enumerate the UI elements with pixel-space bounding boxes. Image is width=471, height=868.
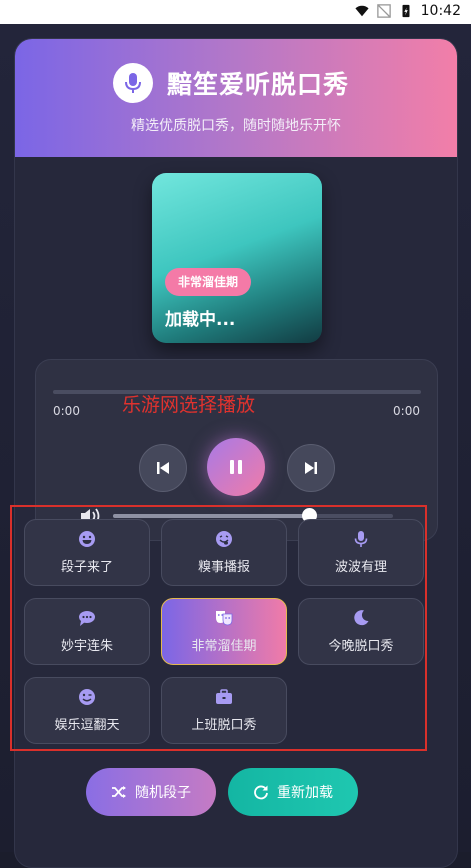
next-button[interactable]	[287, 444, 335, 492]
album-cover: 非常溜佳期 加载中...	[152, 173, 322, 343]
current-time: 0:00	[53, 404, 80, 418]
status-bar: 10:42	[0, 0, 471, 24]
category-tag: 非常溜佳期	[165, 268, 252, 296]
laugh-icon	[79, 531, 95, 547]
category-label: 非常溜佳期	[191, 639, 257, 654]
chat-bubble-icon	[79, 611, 95, 626]
microphone-icon	[354, 531, 368, 547]
refresh-icon	[254, 785, 268, 800]
watermark-label: 乐游网选择播放	[122, 394, 256, 416]
skip-back-icon	[157, 462, 169, 474]
category-6-button[interactable]: 今晚脱口秀	[298, 598, 424, 665]
random-joke-button[interactable]: 随机段子	[86, 768, 216, 816]
skip-forward-icon	[305, 462, 317, 474]
wink-icon	[79, 689, 95, 705]
category-label: 糗事播报	[197, 560, 250, 575]
category-5-button[interactable]: 非常溜佳期	[161, 598, 287, 665]
grin-tongue-icon	[216, 531, 232, 547]
track-title: 加载中...	[165, 310, 236, 330]
briefcase-icon	[216, 689, 232, 704]
logo-badge	[113, 63, 153, 103]
category-7-button[interactable]: 娱乐逗翻天	[24, 677, 150, 744]
app-subtitle: 精选优质脱口秀，随时随地乐开怀	[131, 118, 341, 134]
category-label: 波波有理	[334, 560, 387, 575]
microphone-icon	[125, 73, 141, 93]
app-title: 黯笙爱听脱口秀	[167, 70, 350, 99]
random-joke-label: 随机段子	[135, 785, 191, 801]
battery-icon	[402, 4, 410, 18]
category-label: 妙宇连朱	[60, 639, 113, 654]
theater-masks-icon	[216, 611, 233, 626]
category-label: 今晚脱口秀	[328, 639, 394, 654]
shuffle-icon	[112, 786, 126, 798]
category-4-button[interactable]: 妙宇连朱	[24, 598, 150, 665]
category-label: 段子来了	[60, 560, 113, 575]
category-2-button[interactable]: 糗事播报	[161, 519, 287, 586]
status-time: 10:42	[420, 3, 461, 19]
reload-label: 重新加载	[277, 785, 333, 801]
moon-icon	[354, 610, 369, 626]
category-grid: 段子来了 糗事播报 波波有理妙宇连朱 非常溜佳期 今晚脱口秀娱乐逗翻天 上班脱口秀	[10, 505, 427, 751]
category-3-button[interactable]: 波波有理	[298, 519, 424, 586]
pause-icon	[230, 460, 242, 474]
app-header: 黯笙爱听脱口秀 精选优质脱口秀，随时随地乐开怀	[15, 39, 457, 157]
pause-button[interactable]	[207, 438, 265, 496]
previous-button[interactable]	[139, 444, 187, 492]
category-1-button[interactable]: 段子来了	[24, 519, 150, 586]
wifi-icon	[355, 5, 369, 17]
reload-button[interactable]: 重新加载	[228, 768, 358, 816]
category-8-button[interactable]: 上班脱口秀	[161, 677, 287, 744]
category-label: 娱乐逗翻天	[54, 718, 120, 733]
category-label: 上班脱口秀	[191, 718, 257, 733]
no-signal-icon	[376, 4, 391, 18]
total-time: 0:00	[393, 404, 420, 418]
